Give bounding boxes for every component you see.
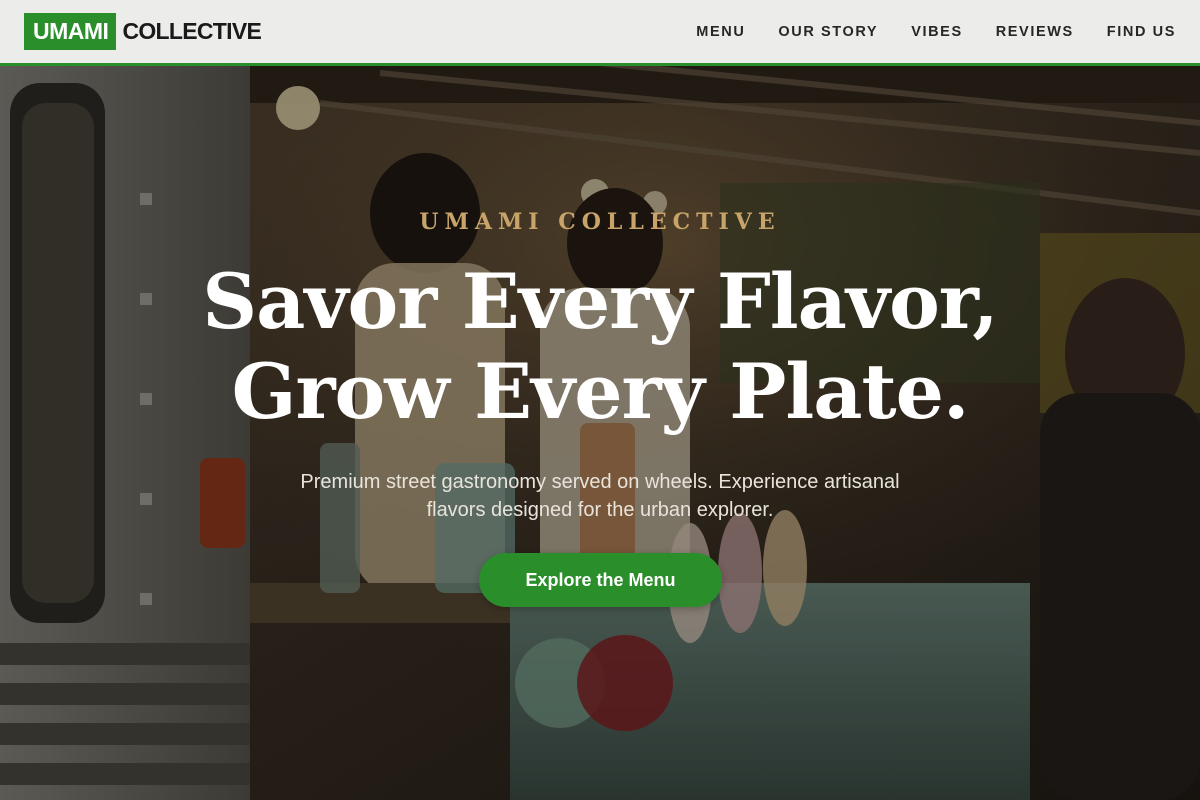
nav-link-menu[interactable]: MENU — [696, 24, 745, 40]
hero-headline: Savor Every Flavor, Grow Every Plate. — [0, 257, 1200, 437]
hero-subtitle: Premium street gastronomy served on whee… — [300, 471, 900, 521]
hero-headline-line-1: Savor Every Flavor, — [202, 257, 998, 346]
nav-link-our-story[interactable]: OUR STORY — [778, 24, 878, 40]
logo-highlight: UMAMI — [24, 13, 117, 50]
site-logo[interactable]: UMAMI COLLECTIVE — [24, 13, 262, 50]
explore-menu-button[interactable]: Explore the Menu — [479, 553, 722, 607]
logo-text: COLLECTIVE — [122, 18, 262, 44]
hero-section: UMAMI COLLECTIVE Savor Every Flavor, Gro… — [0, 63, 1200, 800]
main-nav: MENU OUR STORY VIBES REVIEWS FIND US — [663, 0, 1176, 63]
site-header: UMAMI COLLECTIVE MENU OUR STORY VIBES RE… — [0, 0, 1200, 66]
hero-eyebrow: UMAMI COLLECTIVE — [419, 209, 781, 235]
nav-link-find-us[interactable]: FIND US — [1107, 24, 1176, 40]
hero-headline-line-2: Grow Every Plate. — [231, 347, 970, 436]
nav-link-reviews[interactable]: REVIEWS — [996, 24, 1074, 40]
nav-link-vibes[interactable]: VIBES — [911, 24, 963, 40]
